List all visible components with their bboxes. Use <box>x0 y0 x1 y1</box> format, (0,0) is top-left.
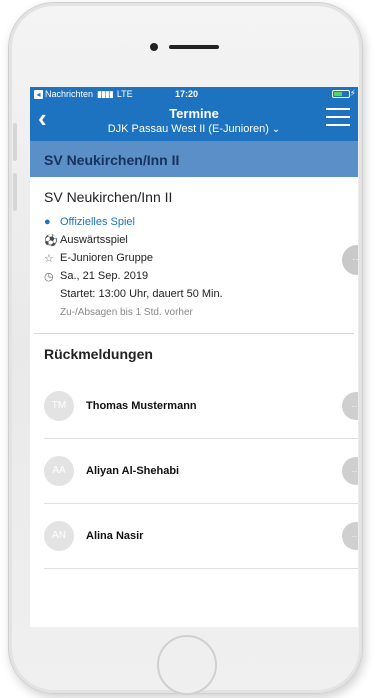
network-label: LTE <box>116 89 133 99</box>
team-selector[interactable]: DJK Passau West II (E-Junioren) ⌄ <box>30 123 358 135</box>
volume-down-button <box>13 173 17 211</box>
back-app-label[interactable]: Nachrichten <box>45 89 93 99</box>
avatar: TM <box>44 391 74 421</box>
clock-icon: ◷ <box>44 270 54 283</box>
clock: 17:20 <box>175 89 199 99</box>
event-details: SV Neukirchen/Inn II ● Offizielles Spiel… <box>30 177 358 333</box>
responses-title: Rückmeldungen <box>44 346 153 362</box>
trophy-icon: ☆ <box>44 252 54 265</box>
battery-icon <box>332 90 350 98</box>
status-bar: ◂ Nachrichten ▮▮▮▮ LTE 17:20 ⚡ <box>30 87 358 101</box>
chevron-left-icon[interactable]: ‹ <box>38 105 47 131</box>
row-divider <box>44 568 358 569</box>
avatar: AN <box>44 521 74 551</box>
away-game-label: Auswärtsspiel <box>60 234 128 246</box>
member-name: Aliyan Al-Shehabi <box>86 465 180 477</box>
camera-icon <box>150 43 158 51</box>
official-game-link[interactable]: ● Offizielles Spiel <box>44 213 344 231</box>
team-selector-label: DJK Passau West II (E-Junioren) <box>107 123 269 135</box>
opponent-header: SV Neukirchen/Inn II <box>30 141 358 177</box>
start-time: Startet: 13:00 Uhr, dauert 50 Min. <box>60 288 223 300</box>
hamburger-menu-icon[interactable] <box>326 108 350 132</box>
page-title: Termine <box>169 106 219 121</box>
chevron-down-icon: ⌄ <box>271 124 281 135</box>
soccer-ball-icon: ⚽ <box>44 234 58 247</box>
member-name: Alina Nasir <box>86 530 144 542</box>
date-label: Sa., 21 Sep. 2019 <box>60 270 149 282</box>
official-game-label: Offizielles Spiel <box>60 216 135 228</box>
signal-icon: ▮▮▮▮ <box>97 88 114 99</box>
response-row[interactable]: TM Thomas Mustermann ··· <box>30 374 358 438</box>
response-more-button[interactable]: ··· <box>342 522 358 550</box>
group-row: ☆ E-Junioren Gruppe <box>44 249 344 267</box>
back-to-app-icon[interactable]: ◂ <box>34 89 43 99</box>
avatar: AA <box>44 456 74 486</box>
member-name: Thomas Mustermann <box>86 400 197 412</box>
nav-bar: ‹ Termine DJK Passau West II (E-Junioren… <box>30 101 358 141</box>
date-row: ◷ Sa., 21 Sep. 2019 <box>44 267 344 285</box>
app-screen: ◂ Nachrichten ▮▮▮▮ LTE 17:20 ⚡ ‹ Termine… <box>30 87 358 627</box>
event-more-button[interactable]: ··· <box>342 245 358 275</box>
response-more-button[interactable]: ··· <box>342 457 358 485</box>
speaker-grille <box>169 45 219 49</box>
response-deadline: Zu-/Absagen bis 1 Std. vorher <box>60 306 193 318</box>
referee-icon: ● <box>44 216 51 228</box>
response-row[interactable]: AN Alina Nasir ··· <box>30 504 358 568</box>
charging-icon: ⚡ <box>349 88 356 98</box>
away-game-row: ⚽ Auswärtsspiel <box>44 231 344 249</box>
response-row[interactable]: AA Aliyan Al-Shehabi ··· <box>30 439 358 503</box>
response-more-button[interactable]: ··· <box>342 392 358 420</box>
group-label: E-Junioren Gruppe <box>60 252 153 264</box>
home-button[interactable] <box>157 635 217 695</box>
volume-up-button <box>13 123 17 161</box>
opponent-name: SV Neukirchen/Inn II <box>44 189 173 205</box>
